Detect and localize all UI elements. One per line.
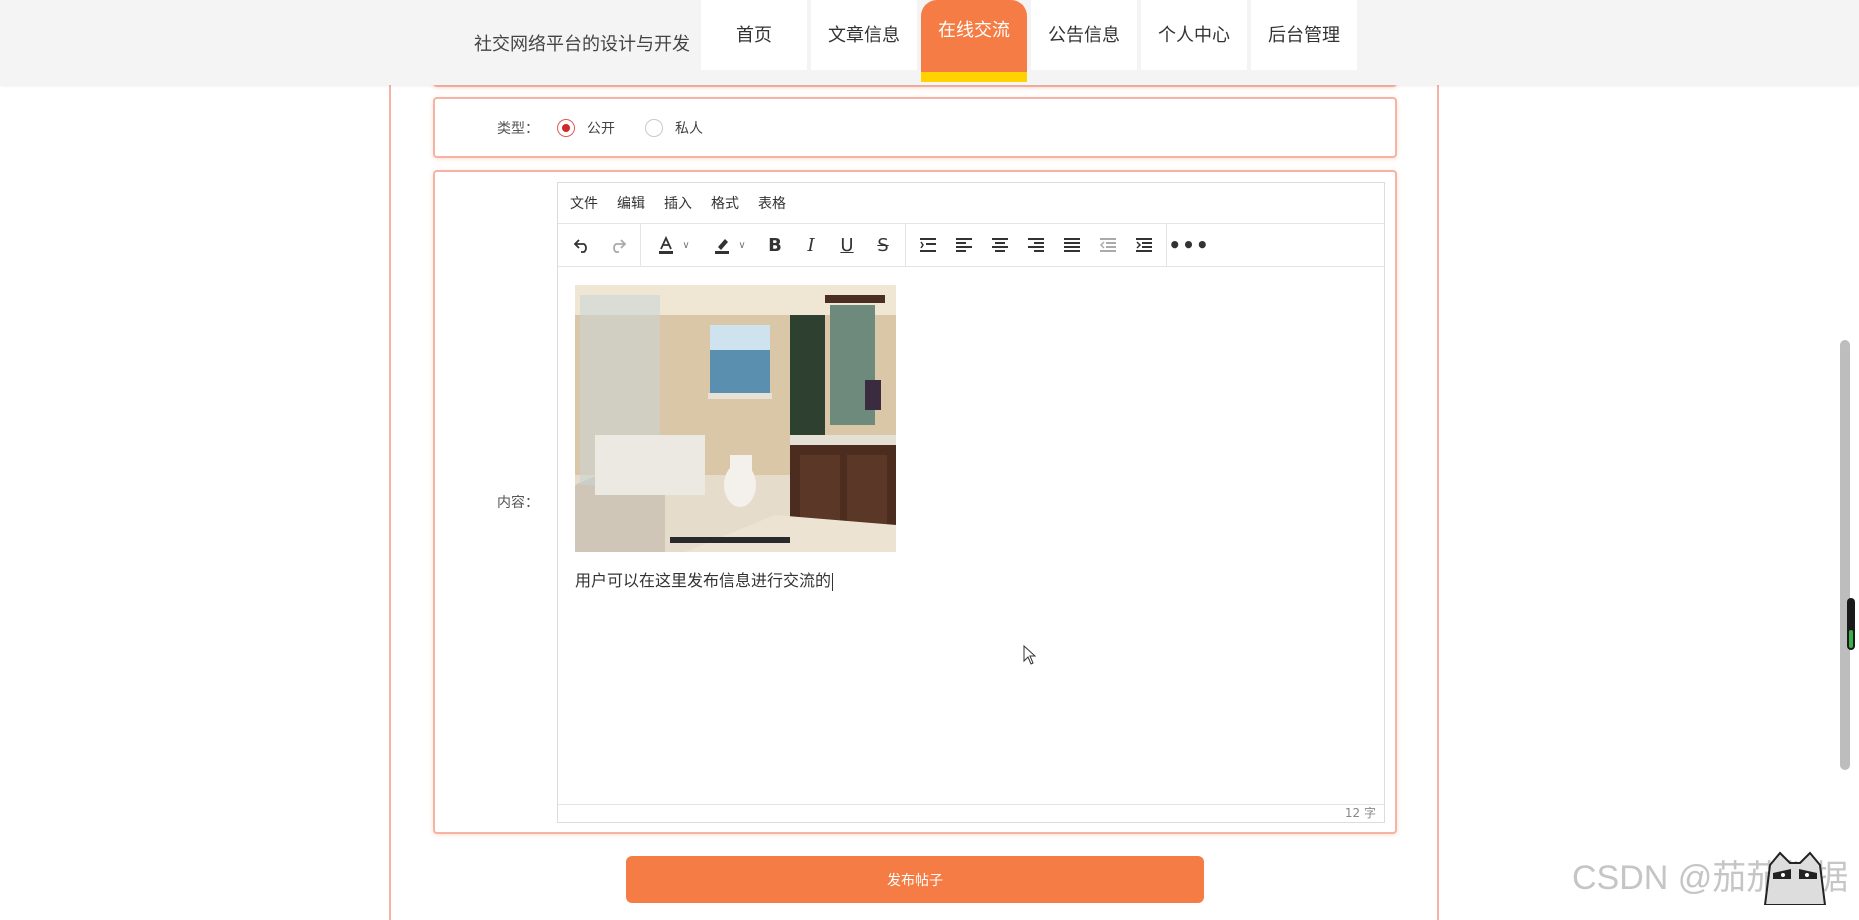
top-header: 社交网络平台的设计与开发 首页 文章信息 在线交流 公告信息 个人中心 后台管理 — [0, 0, 1859, 85]
nav-item-admin[interactable]: 后台管理 — [1251, 0, 1357, 70]
editor-statusbar: 12 字 — [558, 804, 1384, 822]
rich-text-editor: 文件 编辑 插入 格式 表格 ∨ ∨ B I U S ••• 用户可以在这里发布… — [557, 182, 1385, 823]
editor-menubar: 文件 编辑 插入 格式 表格 — [558, 183, 1384, 224]
nav-item-personal-center[interactable]: 个人中心 — [1141, 0, 1247, 70]
editor-content-area[interactable]: 用户可以在这里发布信息进行交流的 — [558, 267, 1384, 802]
content-label: 内容： — [497, 495, 539, 511]
menu-table[interactable]: 表格 — [758, 193, 786, 213]
radio-public[interactable]: 公开 — [557, 118, 615, 138]
indent-icon[interactable] — [1126, 227, 1162, 263]
menu-insert[interactable]: 插入 — [664, 193, 692, 213]
text-caret — [832, 572, 834, 591]
radio-private-label: 私人 — [675, 121, 703, 137]
align-left-icon[interactable] — [946, 227, 982, 263]
bathroom-photo — [575, 285, 896, 552]
nav-item-home[interactable]: 首页 — [701, 0, 807, 70]
nav-item-online-chat[interactable]: 在线交流 — [921, 0, 1027, 82]
type-field-card: 类型： 公开 私人 — [433, 97, 1397, 158]
nav-item-announcements[interactable]: 公告信息 — [1031, 0, 1137, 70]
redo-icon[interactable] — [600, 227, 636, 263]
main-nav: 首页 文章信息 在线交流 公告信息 个人中心 后台管理 — [701, 0, 1361, 85]
radio-public-label: 公开 — [587, 121, 615, 137]
underline-icon[interactable]: U — [829, 227, 865, 263]
editor-text-content: 用户可以在这里发布信息进行交流的 — [575, 571, 832, 590]
highlight-color-icon[interactable]: ∨ — [701, 227, 757, 263]
editor-toolbar: ∨ ∨ B I U S ••• — [558, 224, 1384, 267]
menu-file[interactable]: 文件 — [570, 193, 598, 213]
nav-item-articles[interactable]: 文章信息 — [811, 0, 917, 70]
more-icon[interactable]: ••• — [1168, 227, 1208, 263]
publish-post-button[interactable]: 发布帖子 — [626, 856, 1204, 903]
scrollbar-thumb[interactable] — [1840, 340, 1850, 770]
radio-private[interactable]: 私人 — [645, 118, 703, 138]
strikethrough-icon[interactable]: S — [865, 227, 901, 263]
line-height-icon[interactable] — [910, 227, 946, 263]
outdent-icon[interactable] — [1090, 227, 1126, 263]
editor-text: 用户可以在这里发布信息进行交流的 — [575, 567, 834, 591]
site-title: 社交网络平台的设计与开发 — [474, 34, 690, 55]
radio-checked-icon — [557, 119, 575, 137]
menu-edit[interactable]: 编辑 — [617, 193, 645, 213]
italic-icon[interactable]: I — [793, 227, 829, 263]
radio-unchecked-icon — [645, 119, 663, 137]
undo-icon[interactable] — [564, 227, 600, 263]
align-right-icon[interactable] — [1018, 227, 1054, 263]
mouse-cursor-icon — [1023, 644, 1037, 669]
align-center-icon[interactable] — [982, 227, 1018, 263]
align-justify-icon[interactable] — [1054, 227, 1090, 263]
scrollbar-indicator-green — [1849, 630, 1853, 648]
type-label: 类型： — [497, 121, 539, 137]
bold-icon[interactable]: B — [757, 227, 793, 263]
mascot-icon — [1755, 845, 1835, 906]
word-count: 12 字 — [1344, 806, 1376, 820]
text-color-icon[interactable]: ∨ — [645, 227, 701, 263]
menu-format[interactable]: 格式 — [711, 193, 739, 213]
